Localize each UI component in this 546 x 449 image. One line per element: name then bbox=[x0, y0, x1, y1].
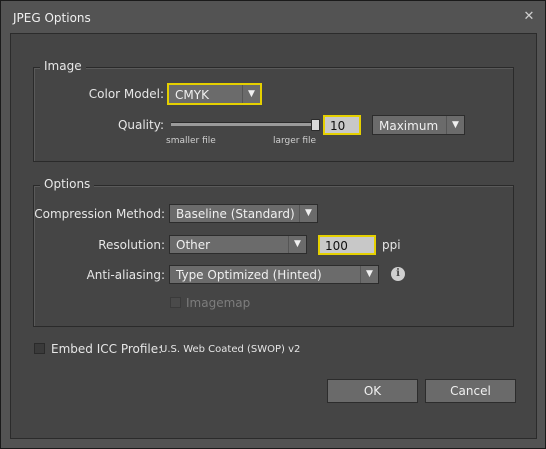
image-group-legend: Image bbox=[40, 59, 86, 73]
imagemap-label: Imagemap bbox=[186, 296, 251, 310]
compression-value: Baseline (Standard) bbox=[176, 207, 295, 221]
compression-select[interactable]: Baseline (Standard) ▼ bbox=[169, 204, 318, 223]
title-bar[interactable]: JPEG Options ✕ bbox=[1, 1, 545, 35]
embed-icc-label: Embed ICC Profile: bbox=[51, 342, 163, 356]
resolution-ppi-input[interactable]: 100 bbox=[319, 236, 375, 254]
color-model-label: Color Model: bbox=[88, 87, 164, 101]
chevron-down-icon: ▼ bbox=[288, 236, 306, 253]
icc-profile-name: U.S. Web Coated (SWOP) v2 bbox=[160, 344, 301, 355]
quality-value: 10 bbox=[330, 119, 346, 133]
chevron-down-icon: ▼ bbox=[299, 205, 317, 222]
quality-preset-value: Maximum bbox=[379, 119, 439, 133]
chevron-down-icon: ▼ bbox=[446, 116, 464, 134]
options-group-legend: Options bbox=[40, 177, 95, 191]
cancel-button[interactable]: Cancel bbox=[425, 379, 516, 403]
antialias-label: Anti-aliasing: bbox=[86, 268, 165, 282]
dialog-body: Image Color Model: CMYK ▼ Quality: small… bbox=[10, 33, 537, 439]
chevron-down-icon: ▼ bbox=[360, 266, 378, 283]
resolution-value: Other bbox=[176, 238, 211, 252]
color-model-value: CMYK bbox=[175, 88, 209, 102]
info-icon[interactable]: i bbox=[391, 267, 405, 281]
chevron-down-icon: ▼ bbox=[242, 85, 260, 103]
slider-right-label: larger file bbox=[273, 136, 317, 146]
quality-slider-track[interactable] bbox=[171, 122, 316, 126]
close-icon[interactable]: ✕ bbox=[521, 9, 537, 25]
ppi-unit-label: ppi bbox=[382, 238, 401, 252]
ok-button[interactable]: OK bbox=[327, 379, 418, 403]
antialias-select[interactable]: Type Optimized (Hinted) ▼ bbox=[169, 265, 379, 284]
imagemap-checkbox[interactable] bbox=[170, 297, 181, 308]
quality-preset-select[interactable]: Maximum ▼ bbox=[372, 115, 465, 135]
dialog-title: JPEG Options bbox=[13, 11, 91, 25]
resolution-ppi-value: 100 bbox=[325, 239, 348, 253]
slider-left-label: smaller file bbox=[166, 136, 216, 146]
jpeg-options-dialog: JPEG Options ✕ Image Color Model: CMYK ▼… bbox=[0, 0, 546, 449]
quality-label: Quality: bbox=[117, 118, 164, 132]
resolution-label: Resolution: bbox=[98, 238, 165, 252]
color-model-select[interactable]: CMYK ▼ bbox=[168, 84, 261, 104]
quality-input[interactable]: 10 bbox=[324, 116, 360, 134]
quality-slider-thumb[interactable] bbox=[311, 119, 320, 131]
resolution-select[interactable]: Other ▼ bbox=[169, 235, 307, 254]
embed-icc-checkbox[interactable] bbox=[34, 343, 45, 354]
compression-label: Compression Method: bbox=[34, 207, 165, 221]
antialias-value: Type Optimized (Hinted) bbox=[176, 268, 322, 282]
